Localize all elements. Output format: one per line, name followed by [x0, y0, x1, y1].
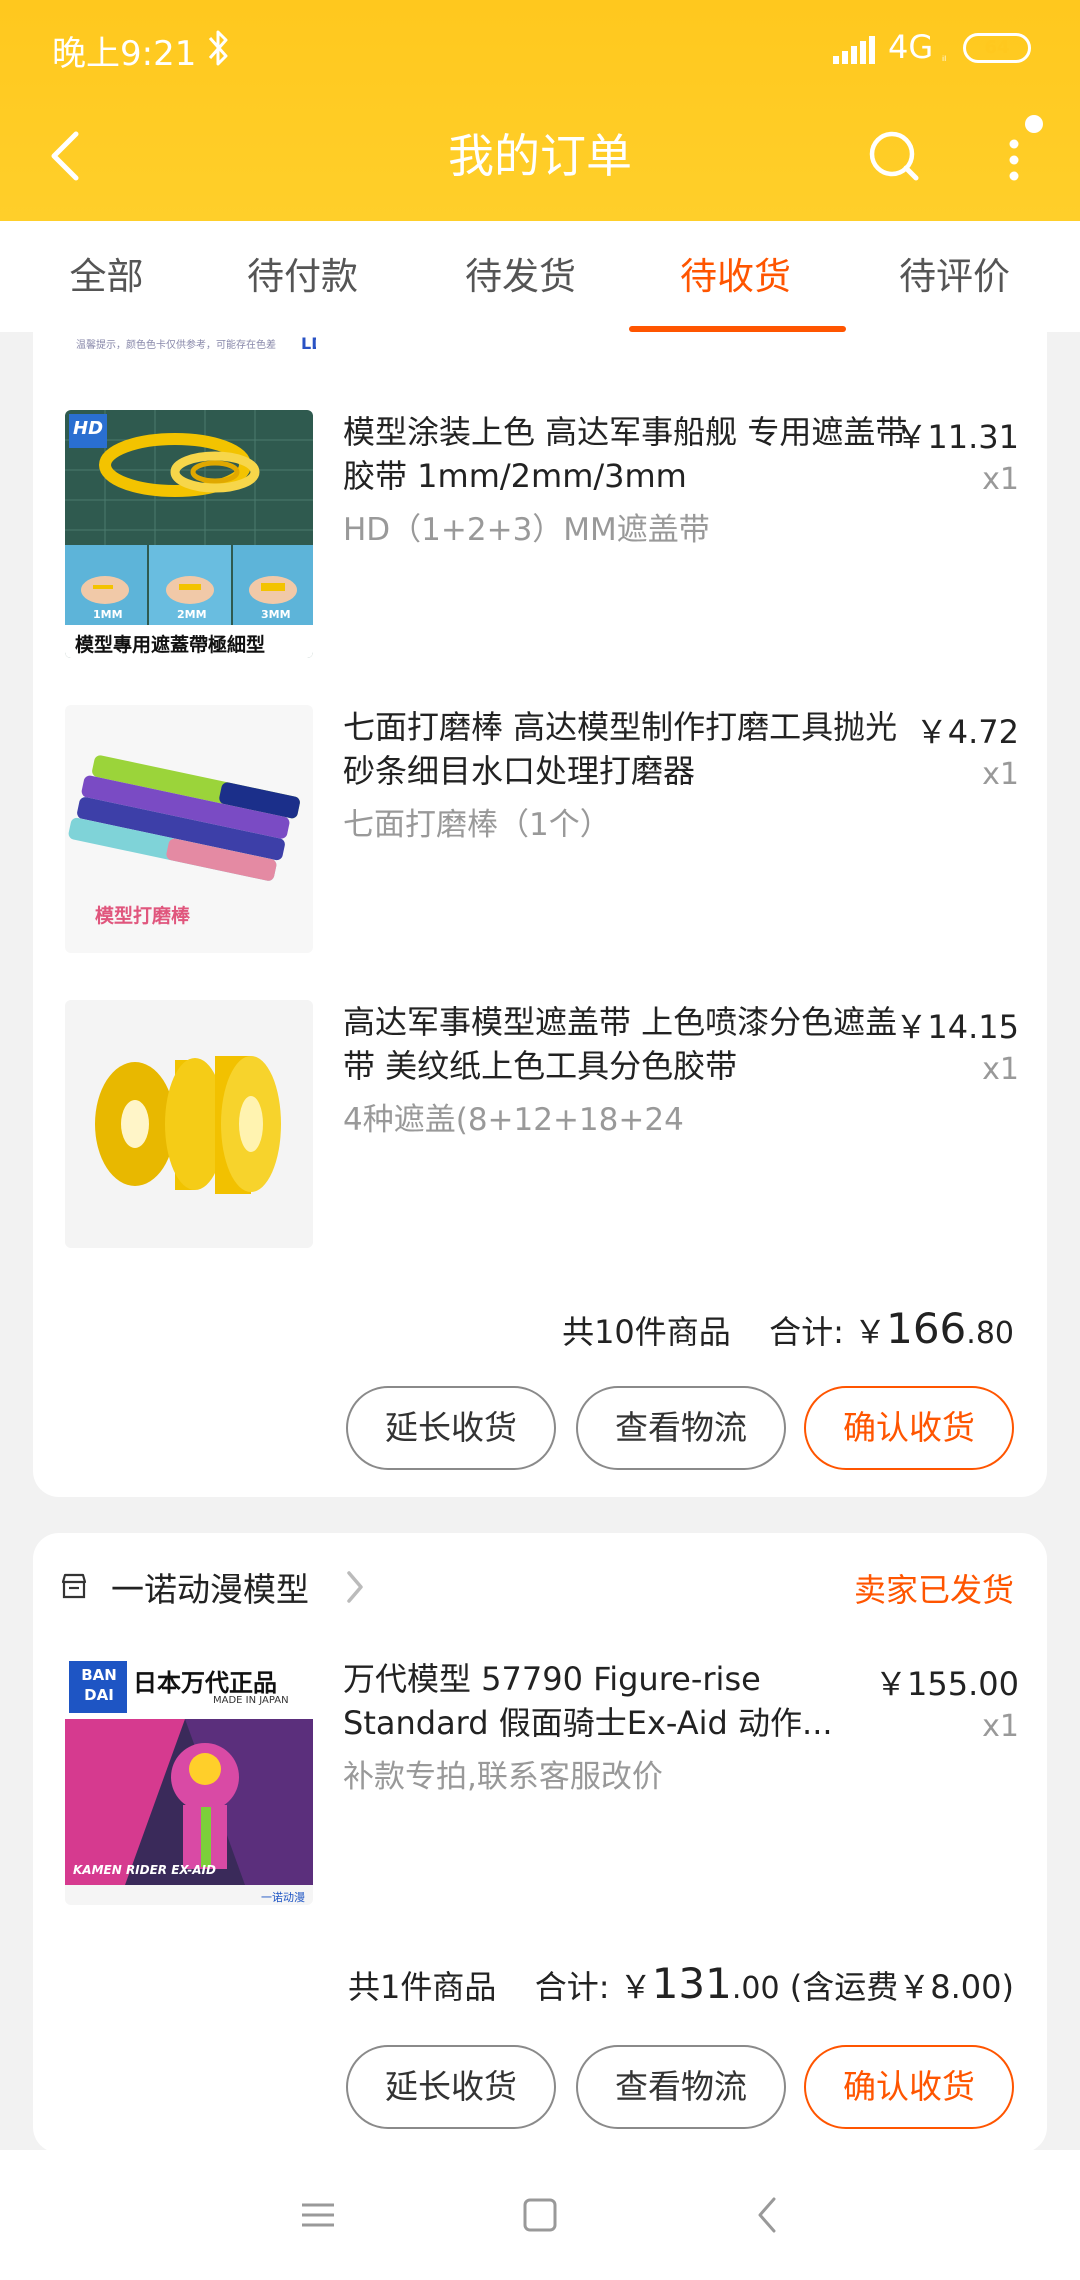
product-price: ￥155.00: [875, 1665, 1019, 1703]
battery-icon: 64: [963, 33, 1031, 63]
thumb-caption: KAMEN RIDER EX-AID: [73, 1863, 216, 1877]
order-card: 温馨提示，颜色色卡仅供参考，可能存在色差 LD: [33, 332, 1047, 1497]
extend-receipt-button[interactable]: 延长收货: [346, 1386, 556, 1470]
thumb-caption: 模型打磨棒: [95, 905, 191, 927]
thumb-shop: 一诺动漫: [261, 1891, 305, 1904]
order-item[interactable]: BAN DAI 日本万代正品 MADE IN JAPAN KAMEN RIDER…: [33, 1657, 1047, 1907]
product-title[interactable]: 七面打磨棒 高达模型制作打磨工具抛光砂条细目水口处理打磨器: [343, 705, 913, 793]
summary-total-label: 合计: ￥: [769, 1313, 887, 1351]
thumb-size-1: 1MM: [93, 608, 123, 621]
product-title[interactable]: 模型涂装上色 高达军事船舰 专用遮盖带 胶带 1mm/2mm/3mm: [343, 410, 913, 498]
summary-count: 共10件商品: [562, 1313, 731, 1351]
thumb-size-3: 3MM: [261, 608, 291, 621]
product-qty: x1: [982, 757, 1019, 792]
order-summary: 共1件商品 合计: ￥131.00 (含运费￥8.00): [348, 1959, 1014, 2008]
thumb-brand: BAN DAI: [81, 1666, 117, 1704]
product-title[interactable]: 高达军事模型遮盖带 上色喷漆分色遮盖带 美纹纸上色工具分色胶带: [343, 1000, 913, 1088]
order-status: 卖家已发货: [853, 1571, 1014, 1609]
product-qty: x1: [982, 1052, 1019, 1087]
banner-note: 温馨提示，颜色色卡仅供参考，可能存在色差: [76, 340, 276, 351]
thumb-caption: 模型專用遮蓋帶極細型: [75, 634, 266, 656]
summary-total-dec: .00: [731, 1971, 780, 2006]
extend-receipt-button[interactable]: 延长收货: [346, 2045, 556, 2129]
network-sub: ᵢₗ: [942, 50, 947, 64]
more-button[interactable]: [990, 110, 1050, 200]
nav-bar: 我的订单: [0, 96, 1080, 221]
store-header[interactable]: 一诺动漫模型 卖家已发货: [33, 1533, 1047, 1643]
tab-pending-shipment[interactable]: 待发货: [428, 221, 613, 332]
status-bar: 晚上9:21 4G ᵢₗ 64: [0, 0, 1080, 96]
view-logistics-button[interactable]: 查看物流: [576, 2045, 786, 2129]
product-qty: x1: [982, 462, 1019, 497]
confirm-receipt-button[interactable]: 确认收货: [804, 1386, 1014, 1470]
system-navigation-bar: [0, 2150, 1080, 2280]
product-spec: 补款专拍,联系客服改价: [343, 1759, 663, 1795]
summary-shipping: (含运费￥8.00): [789, 1968, 1014, 2006]
thumb-title: 日本万代正品: [133, 1669, 277, 1697]
product-qty: x1: [982, 1709, 1019, 1744]
product-spec: HD（1+2+3）MM遮盖带: [343, 512, 710, 548]
product-thumbnail[interactable]: HD 1MM 2MM 3MM 模型專用遮蓋帶極細型: [65, 410, 313, 658]
thumb-sub: MADE IN JAPAN: [213, 1695, 289, 1706]
product-price: ￥11.31: [895, 418, 1019, 456]
product-thumbnail[interactable]: 模型打磨棒: [65, 705, 313, 953]
product-thumbnail[interactable]: BAN DAI 日本万代正品 MADE IN JAPAN KAMEN RIDER…: [65, 1657, 313, 1905]
confirm-receipt-button[interactable]: 确认收货: [804, 2045, 1014, 2129]
view-logistics-button[interactable]: 查看物流: [576, 1386, 786, 1470]
order-summary: 共10件商品 合计: ￥166.80: [562, 1304, 1014, 1353]
thumb-size-2: 2MM: [177, 608, 207, 621]
summary-total-int: 131: [651, 1959, 732, 2008]
product-price: ￥14.15: [895, 1008, 1019, 1046]
banner-logo: LD: [301, 334, 316, 353]
home-square-icon: [523, 2198, 557, 2232]
summary-total-label: 合计: ￥: [534, 1968, 652, 2006]
product-title[interactable]: 万代模型 57790 Figure-rise Standard 假面骑士Ex-A…: [343, 1657, 863, 1745]
search-icon: [869, 131, 919, 181]
system-back-button[interactable]: [738, 2185, 798, 2245]
product-spec: 七面打磨棒（1个）: [343, 807, 611, 843]
back-triangle-icon: [758, 2197, 776, 2233]
tab-pending-receipt[interactable]: 待收货: [643, 221, 828, 332]
order-tabs: 全部 待付款 待发货 待收货 待评价: [0, 221, 1080, 332]
recent-apps-button[interactable]: [288, 2185, 348, 2245]
thumb-badge: HD: [73, 418, 104, 439]
more-vertical-icon: [1009, 115, 1043, 181]
store-name[interactable]: 一诺动漫模型: [111, 1563, 309, 1611]
partial-image-strip: 温馨提示，颜色色卡仅供参考，可能存在色差 LD: [66, 332, 316, 358]
app-header: 晚上9:21 4G ᵢₗ 64 我的订单: [0, 0, 1080, 221]
signal-icon: [833, 36, 875, 64]
product-price: ￥4.72: [915, 713, 1019, 751]
summary-total-int: 166: [886, 1304, 967, 1353]
menu-icon: [302, 2203, 334, 2227]
order-item[interactable]: 高达军事模型遮盖带 上色喷漆分色遮盖带 美纹纸上色工具分色胶带 4种遮盖(8+1…: [33, 1000, 1047, 1250]
store-icon: [61, 1573, 87, 1599]
order-item[interactable]: 模型打磨棒 七面打磨棒 高达模型制作打磨工具抛光砂条细目水口处理打磨器 七面打磨…: [33, 705, 1047, 955]
battery-text: 64: [984, 37, 1010, 58]
network-type: 4G: [888, 28, 934, 66]
summary-count: 共1件商品: [348, 1968, 497, 2006]
product-thumbnail[interactable]: [65, 1000, 313, 1248]
search-button[interactable]: [860, 116, 930, 196]
home-button[interactable]: [510, 2185, 570, 2245]
order-item[interactable]: HD 1MM 2MM 3MM 模型專用遮蓋帶極細型 模型涂装上色 高达军事船舰 …: [33, 410, 1047, 660]
product-spec: 4种遮盖(8+12+18+24: [343, 1102, 684, 1138]
summary-total-dec: .80: [966, 1316, 1014, 1351]
order-card: 一诺动漫模型 卖家已发货 BAN DAI 日本万代正品 MADE IN JAPA…: [33, 1533, 1047, 2153]
tab-pending-payment[interactable]: 待付款: [210, 221, 395, 332]
tab-all[interactable]: 全部: [14, 221, 199, 332]
tab-pending-review[interactable]: 待评价: [862, 221, 1047, 332]
bluetooth-icon: [208, 30, 228, 66]
status-time: 晚上9:21: [52, 34, 197, 74]
masking-tape-image: [65, 1000, 313, 1248]
chevron-right-icon: [347, 1571, 363, 1603]
